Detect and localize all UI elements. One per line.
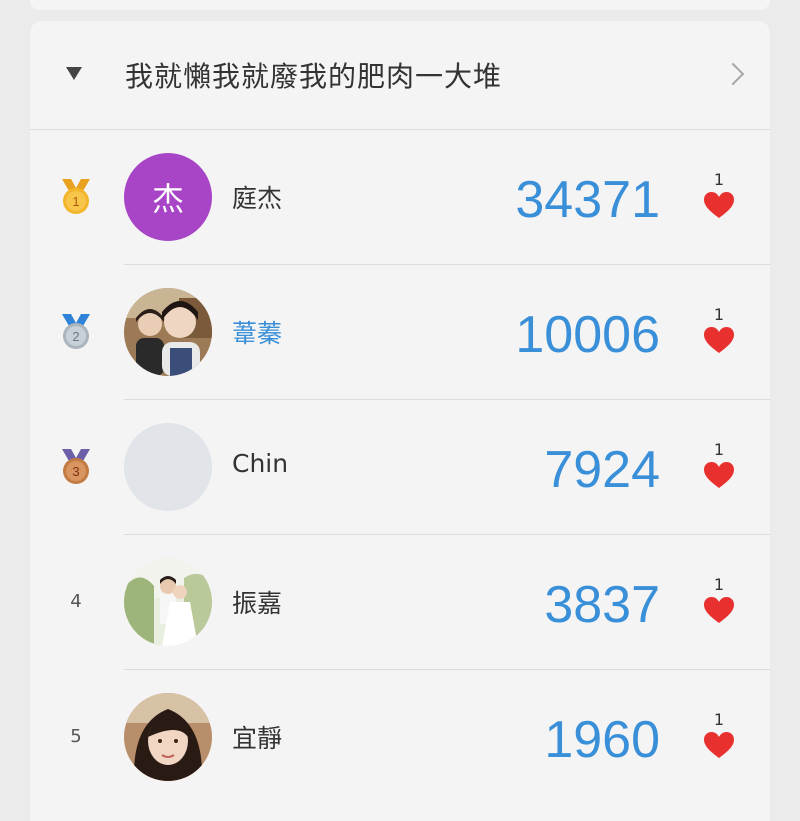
group-title: 我就懶我就廢我的肥肉一大堆 xyxy=(125,60,503,93)
score-value: 3837 xyxy=(544,576,660,634)
member-name[interactable]: 葦蓁 xyxy=(232,314,282,350)
rank-number: 4 xyxy=(70,591,82,612)
svg-text:2: 2 xyxy=(72,329,79,344)
leaderboard-row[interactable]: 5 宜靜 1960 1 xyxy=(30,670,770,805)
empty-avatar xyxy=(124,423,212,511)
leaderboard-row[interactable]: 2 葦蓁 10006 1 xyxy=(30,265,770,400)
like-count: 1 xyxy=(713,575,725,594)
rank-number: 5 xyxy=(70,726,82,747)
silver-medal-icon: 2 xyxy=(62,314,90,349)
member-name: 宜靜 xyxy=(232,724,283,753)
like-count: 1 xyxy=(713,170,725,189)
leaderboard-card: 我就懶我就廢我的肥肉一大堆 1 杰 庭杰 34371 1 2 葦蓁 10006 … xyxy=(30,21,770,821)
group-header[interactable]: 我就懶我就廢我的肥肉一大堆 xyxy=(30,21,770,130)
member-name: Chin xyxy=(232,449,289,478)
like-group[interactable]: 1 xyxy=(700,710,738,770)
avatar[interactable] xyxy=(124,423,212,511)
heart-icon[interactable] xyxy=(704,327,734,354)
heart-icon[interactable] xyxy=(704,192,734,219)
gold-medal-icon: 1 xyxy=(62,179,90,214)
like-group[interactable]: 1 xyxy=(700,440,738,500)
bronze-medal-icon: 3 xyxy=(62,449,90,484)
like-group[interactable]: 1 xyxy=(700,305,738,365)
score-value: 10006 xyxy=(515,306,660,364)
leaderboard-row[interactable]: 1 杰 庭杰 34371 1 xyxy=(30,130,770,265)
avatar[interactable]: 杰 xyxy=(124,153,212,241)
member-name: 振嘉 xyxy=(232,589,283,618)
like-count: 1 xyxy=(713,710,725,729)
avatar[interactable] xyxy=(124,558,212,646)
leaderboard-row[interactable]: 4 振嘉 3837 1 xyxy=(30,535,770,670)
leaderboard-row[interactable]: 3 Chin 7924 1 xyxy=(30,400,770,535)
selfie-photo xyxy=(124,693,212,781)
like-count: 1 xyxy=(713,305,725,324)
score-value: 34371 xyxy=(515,171,660,229)
score-value: 7924 xyxy=(544,441,660,499)
svg-text:1: 1 xyxy=(72,194,79,209)
heart-icon[interactable] xyxy=(704,732,734,759)
heart-icon[interactable] xyxy=(704,462,734,489)
avatar[interactable] xyxy=(124,693,212,781)
member-name: 庭杰 xyxy=(232,184,283,213)
like-group[interactable]: 1 xyxy=(700,170,738,230)
avatar[interactable] xyxy=(124,288,212,376)
svg-text:3: 3 xyxy=(72,464,79,479)
score-value: 1960 xyxy=(544,711,660,769)
like-count: 1 xyxy=(713,440,725,459)
avatar-initial: 杰 xyxy=(151,180,184,218)
previous-card xyxy=(30,0,770,10)
wedding-photo xyxy=(124,558,212,646)
two-people-photo xyxy=(124,288,212,376)
collapse-caret-icon[interactable] xyxy=(66,67,82,80)
like-group[interactable]: 1 xyxy=(700,575,738,635)
heart-icon[interactable] xyxy=(704,597,734,624)
chevron-right-icon[interactable] xyxy=(721,62,745,86)
